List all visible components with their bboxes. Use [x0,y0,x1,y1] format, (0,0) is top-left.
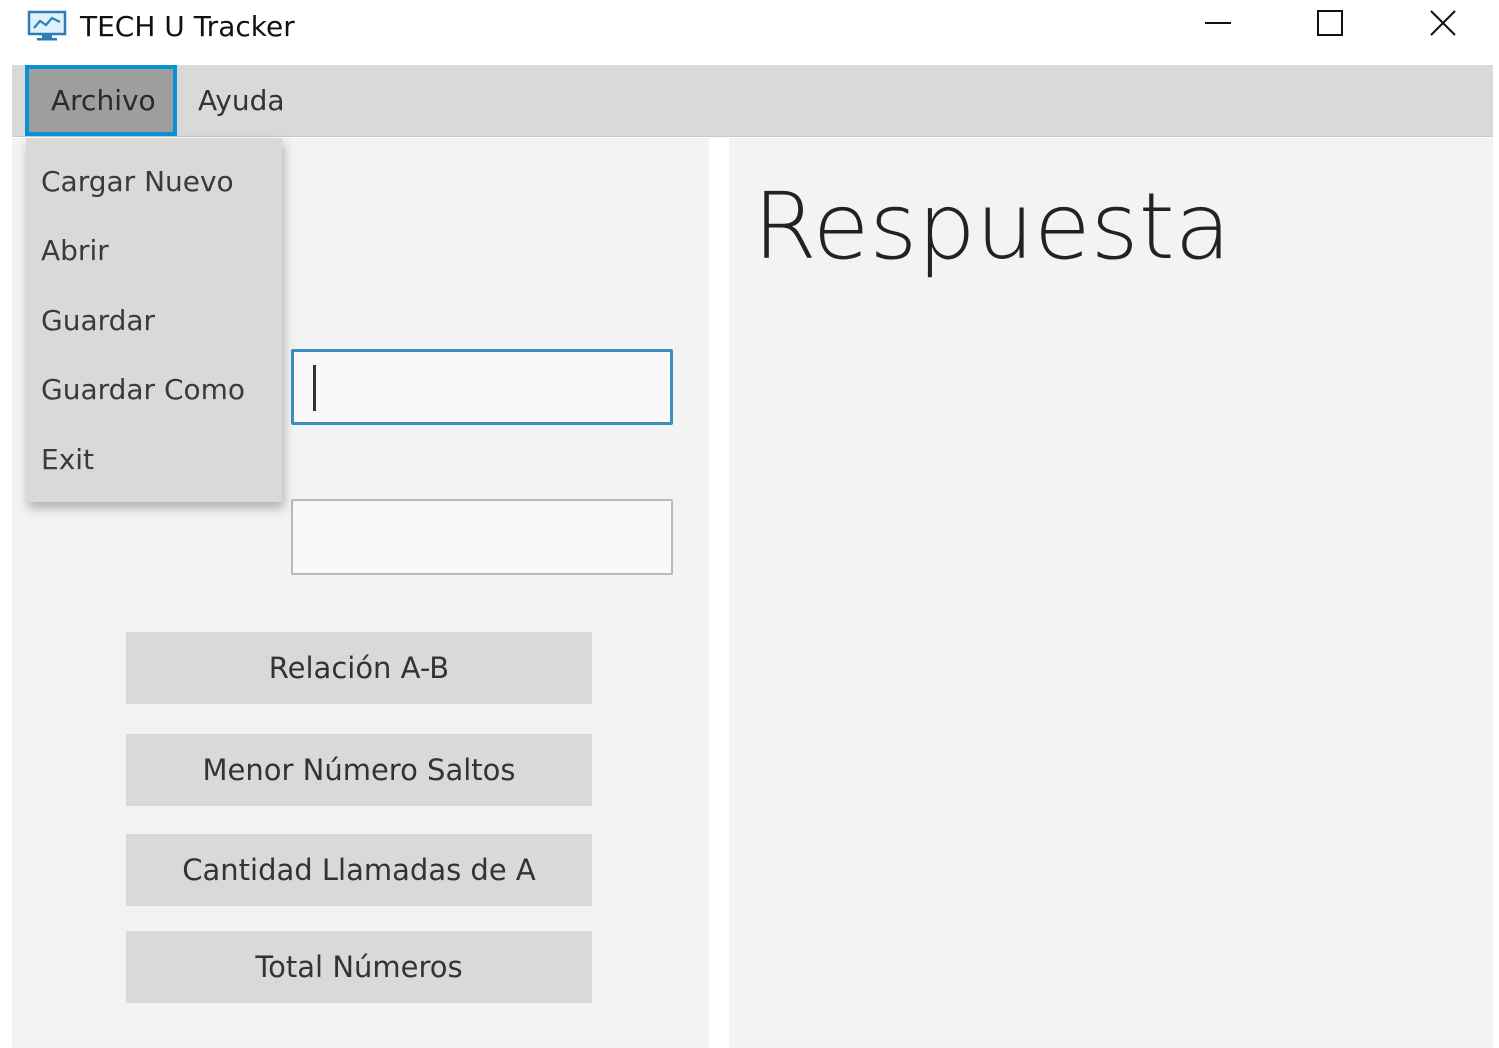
menu-item-guardar[interactable]: Guardar [26,290,282,350]
window-title: TECH U Tracker [80,10,295,43]
number-a-input[interactable] [291,349,673,425]
response-heading: Respuesta [753,173,1232,280]
minimize-button[interactable] [1163,0,1273,50]
cantidad-llamadas-button[interactable]: Cantidad Llamadas de A [126,834,592,906]
response-panel: Respuesta [729,138,1493,1048]
maximize-button[interactable] [1275,0,1385,50]
text-caret [313,365,316,411]
minimize-icon [1203,8,1233,42]
menu-item-abrir[interactable]: Abrir [26,220,282,280]
close-icon [1428,8,1458,42]
maximize-icon [1315,8,1345,42]
menu-archivo[interactable]: Archivo [25,65,177,136]
monitor-chart-icon [27,10,67,42]
app-window: TECH U Tracker Archivo Ayuda lta [0,0,1499,1048]
menor-numero-saltos-button[interactable]: Menor Número Saltos [126,734,592,806]
menu-item-cargar-nuevo[interactable]: Cargar Nuevo [26,151,282,211]
title-bar[interactable]: TECH U Tracker [0,0,1499,64]
menu-ayuda[interactable]: Ayuda [198,65,308,136]
menu-item-guardar-como[interactable]: Guardar Como [26,359,282,419]
close-button[interactable] [1388,0,1498,50]
total-numeros-button[interactable]: Total Números [126,931,592,1003]
relacion-ab-button[interactable]: Relación A-B [126,632,592,704]
archivo-dropdown-menu: Cargar Nuevo Abrir Guardar Guardar Como … [26,138,282,502]
menu-item-exit[interactable]: Exit [26,429,282,489]
number-b-input[interactable] [291,499,673,575]
menu-bar: Archivo Ayuda [12,65,1493,137]
